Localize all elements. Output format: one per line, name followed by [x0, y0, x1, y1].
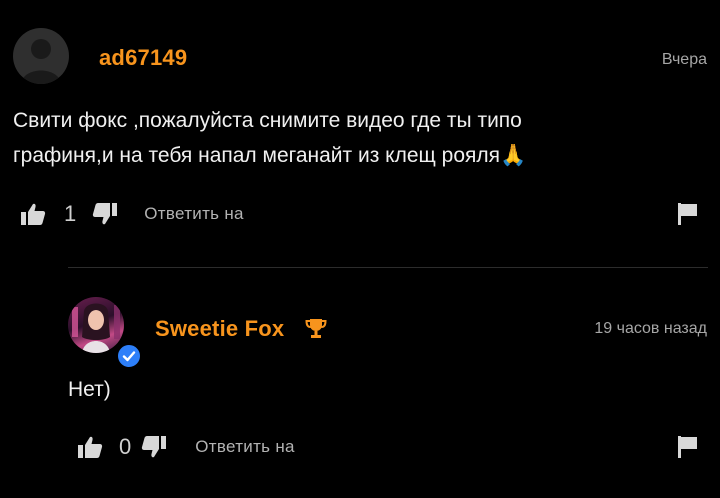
- user-silhouette-icon: [21, 39, 61, 84]
- comment-text: Свити фокс ,пожалуйста снимите видео где…: [13, 103, 703, 173]
- reply-author[interactable]: Sweetie Fox: [155, 316, 284, 342]
- comment-author[interactable]: ad67149: [99, 45, 187, 71]
- thumbs-up-icon[interactable]: [77, 435, 103, 459]
- comment-text-line-content: графиня,и на тебя напал меганайт из клещ…: [13, 144, 500, 167]
- reply-actions: 0 Ответить на: [77, 432, 295, 462]
- reply-text: Нет): [68, 378, 111, 401]
- avatar[interactable]: [13, 28, 69, 84]
- checkmark-icon: [122, 351, 136, 362]
- flag-icon[interactable]: [677, 202, 699, 226]
- like-count: 0: [119, 434, 132, 459]
- trophy-icon: [305, 317, 327, 344]
- reply-timestamp: 19 часов назад: [594, 320, 707, 337]
- like-count: 1: [64, 201, 77, 226]
- comment-actions: 1 Ответить на: [20, 199, 244, 229]
- pray-emoji: 🙏: [500, 144, 527, 167]
- thumbs-down-icon[interactable]: [92, 202, 118, 226]
- reply-button[interactable]: Ответить на: [195, 437, 295, 457]
- comment-timestamp: Вчера: [661, 51, 707, 68]
- verified-badge: [116, 343, 142, 369]
- thumbs-down-icon[interactable]: [141, 435, 167, 459]
- comment-text-line: Свити фокс ,пожалуйста снимите видео где…: [13, 109, 522, 132]
- reply-button[interactable]: Ответить на: [144, 204, 244, 224]
- flag-icon[interactable]: [677, 435, 699, 459]
- divider: [68, 267, 708, 268]
- profile-photo-icon: [72, 303, 120, 353]
- avatar[interactable]: [68, 297, 124, 353]
- thumbs-up-icon[interactable]: [20, 202, 46, 226]
- comment-text-line: графиня,и на тебя напал меганайт из клещ…: [13, 138, 703, 173]
